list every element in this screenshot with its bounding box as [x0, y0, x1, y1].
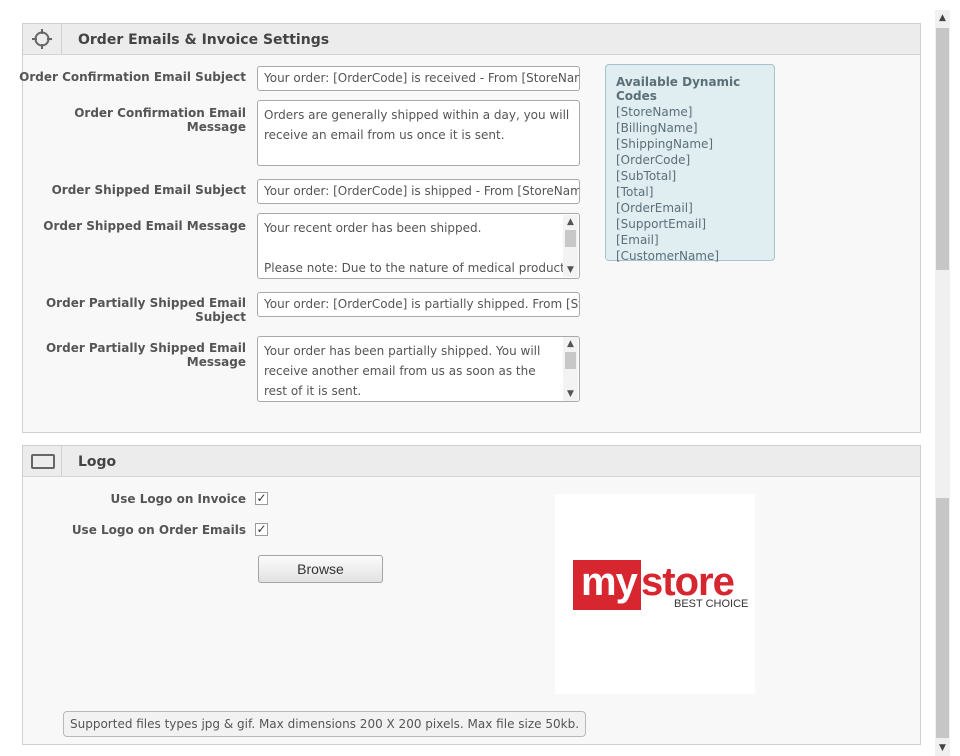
scroll-thumb[interactable] — [565, 230, 576, 247]
scroll-thumb-lower[interactable] — [936, 498, 949, 738]
partial-subject-label: Order Partially Shipped Email Subject — [16, 296, 246, 324]
use-logo-emails-label: Use Logo on Order Emails — [71, 523, 246, 537]
crosshair-icon — [32, 29, 52, 49]
dynamic-codes-title: Available Dynamic Codes — [616, 75, 741, 103]
shipped-message-line — [264, 238, 557, 258]
scroll-down-icon[interactable]: ▼ — [563, 387, 578, 401]
shipped-message-label: Order Shipped Email Message — [43, 219, 246, 233]
scroll-thumb[interactable] — [565, 352, 576, 369]
partial-message-label: Order Partially Shipped Email Message — [16, 341, 246, 369]
logo-panel-header: Logo — [23, 446, 920, 477]
scroll-down-icon[interactable]: ▼ — [935, 740, 950, 756]
scroll-down-icon[interactable]: ▼ — [563, 263, 578, 277]
dynamic-code: [Total] — [616, 185, 654, 199]
logo-word-my: my — [581, 560, 638, 604]
dynamic-code: [SubTotal] — [616, 169, 677, 183]
shipped-message-textarea[interactable]: Your recent order has been shipped. Plea… — [257, 213, 580, 279]
shipped-subject-label: Order Shipped Email Subject — [51, 183, 246, 197]
logo-panel: Logo Use Logo on Invoice ✓ Use Logo on O… — [22, 445, 921, 745]
order-emails-panel-header: Order Emails & Invoice Settings — [23, 24, 920, 55]
dynamic-code: [OrderCode] — [616, 153, 691, 167]
scroll-thumb-upper[interactable] — [936, 28, 949, 270]
use-logo-invoice-checkbox[interactable]: ✓ — [255, 492, 268, 505]
logo-tagline: BEST CHOICE — [674, 598, 749, 610]
shipped-message-line: Your recent order has been shipped. — [264, 221, 482, 235]
partial-message-textarea[interactable]: Your order has been partially shipped. Y… — [257, 336, 580, 402]
rectangle-icon — [31, 454, 55, 469]
panel-icon-cell — [23, 24, 62, 54]
shipped-message-scrollbar[interactable]: ▲ ▼ — [563, 215, 578, 277]
dynamic-code: [Email] — [616, 233, 659, 247]
logo-preview: my store BEST CHOICE — [555, 494, 755, 694]
scroll-up-icon[interactable]: ▲ — [935, 10, 950, 26]
partial-subject-input[interactable]: Your order: [OrderCode] is partially shi… — [257, 292, 580, 317]
panel-title: Order Emails & Invoice Settings — [78, 32, 330, 48]
use-logo-invoice-label: Use Logo on Invoice — [110, 492, 246, 506]
scroll-up-icon[interactable]: ▲ — [563, 337, 578, 351]
shipped-message-line: Please note: Due to the nature of medica… — [264, 261, 580, 275]
dynamic-code: [CustomerName] — [616, 249, 720, 263]
dynamic-code: [OrderEmail] — [616, 201, 693, 215]
dynamic-code: [BillingName] — [616, 121, 698, 135]
scroll-up-icon[interactable]: ▲ — [563, 215, 578, 229]
confirm-subject-label: Order Confirmation Email Subject — [19, 70, 246, 84]
dynamic-code: [SupportEmail] — [616, 217, 707, 231]
use-logo-emails-checkbox[interactable]: ✓ — [255, 523, 268, 536]
label-line: Order Partially Shipped Email — [45, 341, 246, 355]
confirm-message-label: Order Confirmation Email Message — [74, 106, 246, 134]
label-line: Order Partially Shipped Email — [45, 296, 246, 310]
page-scrollbar[interactable]: ▲ ▼ — [935, 10, 950, 756]
dynamic-code: [StoreName] — [616, 105, 693, 119]
panel-title: Logo — [78, 454, 117, 470]
partial-message-scrollbar[interactable]: ▲ ▼ — [563, 337, 578, 401]
shipped-subject-input[interactable]: Your order: [OrderCode] is shipped - Fro… — [257, 179, 580, 204]
panel-icon-cell — [23, 446, 62, 476]
order-emails-panel: Order Emails & Invoice Settings Order Co… — [19, 23, 921, 433]
dynamic-codes-box: Available Dynamic Codes [StoreName] [Bil… — [605, 64, 775, 263]
confirm-subject-input[interactable]: Your order: [OrderCode] is received - Fr… — [257, 66, 580, 91]
label-line: Subject — [195, 310, 246, 324]
supported-files-note: Supported files types jpg & gif. Max dim… — [63, 711, 587, 737]
dynamic-code: [ShippingName] — [616, 137, 714, 151]
confirm-message-textarea[interactable]: Orders are generally shipped within a da… — [257, 100, 580, 166]
label-line: Message — [186, 355, 246, 369]
browse-button[interactable]: Browse — [258, 555, 383, 583]
